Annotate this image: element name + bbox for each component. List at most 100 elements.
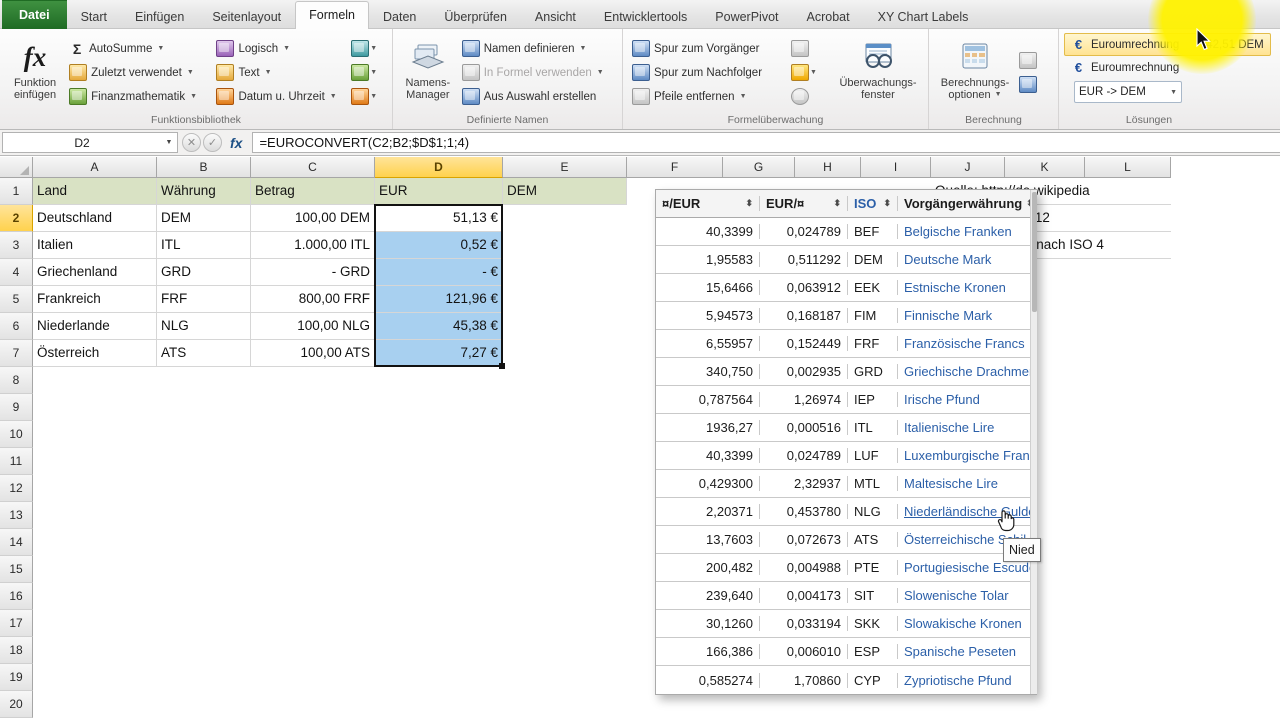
name-box[interactable]: D2 ▼ [2, 132, 178, 153]
cell-A2[interactable]: Deutschland [33, 205, 157, 232]
wiki-table-row[interactable]: 6,55957 0,152449 FRF Französische Francs [656, 330, 1036, 358]
wiki-table-row[interactable]: 0,429300 2,32937 MTL Maltesische Lire [656, 470, 1036, 498]
cell-D5[interactable]: 121,96 € [375, 286, 503, 313]
wiki-table-row[interactable]: 166,386 0,006010 ESP Spanische Peseten [656, 638, 1036, 666]
wiki-currency-link[interactable]: Finnische Mark [898, 308, 1036, 323]
cell-B2[interactable]: DEM [157, 205, 251, 232]
wiki-table-row[interactable]: 1936,27 0,000516 ITL Italienische Lire [656, 414, 1036, 442]
ribbon-tab-seitenlayout[interactable]: Seitenlayout [198, 4, 295, 29]
cell-A3[interactable]: Italien [33, 232, 157, 259]
row-header-12[interactable]: 12 [0, 475, 33, 502]
column-header-E[interactable]: E [503, 157, 627, 178]
ribbon-tab-einf-gen[interactable]: Einfügen [121, 4, 198, 29]
cell-D7[interactable]: 7,27 € [375, 340, 503, 367]
column-header-L[interactable]: L [1085, 157, 1171, 178]
wiki-header-iso[interactable]: ISO ⬍ [848, 196, 898, 211]
row-header-1[interactable]: 1 [0, 178, 33, 205]
trace-precedents-button[interactable]: Spur zum Vorgänger [628, 37, 788, 61]
column-header-B[interactable]: B [157, 157, 251, 178]
column-header-A[interactable]: A [33, 157, 157, 178]
cell-B4[interactable]: GRD [157, 259, 251, 286]
ribbon-tab-daten[interactable]: Daten [369, 4, 430, 29]
wiki-table-row[interactable]: 200,482 0,004988 PTE Portugiesische Escudos [656, 554, 1036, 582]
wiki-header-per-eur[interactable]: ¤/EUR ⬍ [656, 196, 760, 211]
trace-dependents-button[interactable]: Spur zum Nachfolger [628, 61, 788, 85]
calculate-now-button[interactable] [1016, 49, 1046, 73]
ribbon-tab-datei[interactable]: Datei [2, 0, 67, 29]
logical-button[interactable]: Logisch ▼ [212, 37, 348, 61]
row-header-17[interactable]: 17 [0, 610, 33, 637]
column-header-C[interactable]: C [251, 157, 375, 178]
column-header-H[interactable]: H [795, 157, 861, 178]
column-header-K[interactable]: K [1005, 157, 1085, 178]
cell-B1[interactable]: Währung [157, 178, 251, 205]
ribbon-tab-formeln[interactable]: Formeln [295, 1, 369, 29]
wiki-table-row[interactable]: 239,640 0,004173 SIT Slowenische Tolar [656, 582, 1036, 610]
cell-D6[interactable]: 45,38 € [375, 313, 503, 340]
row-header-16[interactable]: 16 [0, 583, 33, 610]
create-from-selection-button[interactable]: Aus Auswahl erstellen [458, 85, 617, 109]
row-header-2[interactable]: 2 [0, 205, 33, 232]
row-header-13[interactable]: 13 [0, 502, 33, 529]
cell-B3[interactable]: ITL [157, 232, 251, 259]
row-header-7[interactable]: 7 [0, 340, 33, 367]
remove-arrows-button[interactable]: Pfeile entfernen ▼ [628, 85, 788, 109]
cell-A5[interactable]: Frankreich [33, 286, 157, 313]
wiki-currency-link[interactable]: Belgische Franken [898, 224, 1036, 239]
cell-D1[interactable]: EUR [375, 178, 503, 205]
column-header-I[interactable]: I [861, 157, 931, 178]
ribbon-tab-ansicht[interactable]: Ansicht [521, 4, 590, 29]
lookup-reference-button[interactable]: ▼ [348, 37, 387, 61]
wiki-table-row[interactable]: 15,6466 0,063912 EEK Estnische Kronen [656, 274, 1036, 302]
wiki-header-eur-per[interactable]: EUR/¤ ⬍ [760, 196, 848, 211]
row-header-6[interactable]: 6 [0, 313, 33, 340]
column-header-J[interactable]: J [931, 157, 1005, 178]
cell-C2[interactable]: 100,00 DEM [251, 205, 375, 232]
row-header-10[interactable]: 10 [0, 421, 33, 448]
wiki-table-row[interactable]: 340,750 0,002935 GRD Griechische Drachmen [656, 358, 1036, 386]
cell-A4[interactable]: Griechenland [33, 259, 157, 286]
more-functions-button[interactable]: ▼ [348, 85, 387, 109]
wiki-currency-link[interactable]: Irische Pfund [898, 392, 1036, 407]
euroconvert-button-2[interactable]: € Euroumrechnung [1064, 56, 1186, 79]
cell-A6[interactable]: Niederlande [33, 313, 157, 340]
ribbon-tab--berpr-fen[interactable]: Überprüfen [430, 4, 521, 29]
select-all-corner[interactable] [0, 157, 33, 178]
wiki-currency-link[interactable]: Luxemburgische Francs [898, 448, 1036, 463]
ribbon-tab-start[interactable]: Start [67, 4, 121, 29]
column-header-D[interactable]: D [375, 157, 503, 178]
row-header-9[interactable]: 9 [0, 394, 33, 421]
calculation-options-button[interactable]: Berechnungs- optionen ▼ [934, 34, 1016, 112]
row-header-15[interactable]: 15 [0, 556, 33, 583]
watch-window-button[interactable]: Überwachungs- fenster [834, 34, 922, 112]
ribbon-tab-powerpivot[interactable]: PowerPivot [701, 4, 792, 29]
wiki-table-scrollbar[interactable] [1030, 190, 1037, 694]
cell-E1[interactable]: DEM [503, 178, 627, 205]
wiki-table-row[interactable]: 2,20371 0,453780 NLG Niederländische Gulden [656, 498, 1036, 526]
column-header-G[interactable]: G [723, 157, 795, 178]
chevron-down-icon[interactable]: ▼ [161, 139, 177, 146]
row-header-3[interactable]: 3 [0, 232, 33, 259]
error-checking-button[interactable]: ▼ [788, 61, 834, 85]
wiki-table-row[interactable]: 0,585274 1,70860 CYP Zypriotische Pfund [656, 666, 1036, 694]
cell-A7[interactable]: Österreich [33, 340, 157, 367]
cell-D2[interactable]: 51,13 € [375, 205, 503, 232]
cell-C1[interactable]: Betrag [251, 178, 375, 205]
cell-C3[interactable]: 1.000,00 ITL [251, 232, 375, 259]
row-header-11[interactable]: 11 [0, 448, 33, 475]
row-header-14[interactable]: 14 [0, 529, 33, 556]
row-header-18[interactable]: 18 [0, 637, 33, 664]
cell-C6[interactable]: 100,00 NLG [251, 313, 375, 340]
use-in-formula-button[interactable]: In Formel verwenden ▼ [458, 61, 617, 85]
wiki-currency-link[interactable]: Spanische Peseten [898, 644, 1036, 659]
cell-B6[interactable]: NLG [157, 313, 251, 340]
cell-B5[interactable]: FRF [157, 286, 251, 313]
wiki-currency-link[interactable]: Griechische Drachmen [898, 364, 1036, 379]
wiki-currency-link[interactable]: Französische Francs [898, 336, 1036, 351]
row-header-19[interactable]: 19 [0, 664, 33, 691]
wiki-table-row[interactable]: 40,3399 0,024789 BEF Belgische Franken [656, 218, 1036, 246]
wiki-currency-link[interactable]: Slowenische Tolar [898, 588, 1036, 603]
wiki-currency-link[interactable]: Slowakische Kronen [898, 616, 1036, 631]
enter-icon[interactable]: ✓ [203, 133, 222, 152]
cell-C7[interactable]: 100,00 ATS [251, 340, 375, 367]
